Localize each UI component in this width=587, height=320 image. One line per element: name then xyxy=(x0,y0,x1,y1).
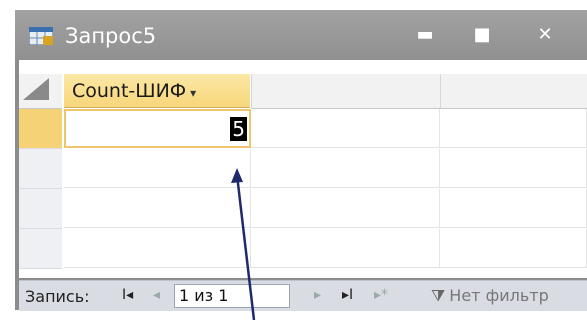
annotation-arrow xyxy=(231,168,256,320)
